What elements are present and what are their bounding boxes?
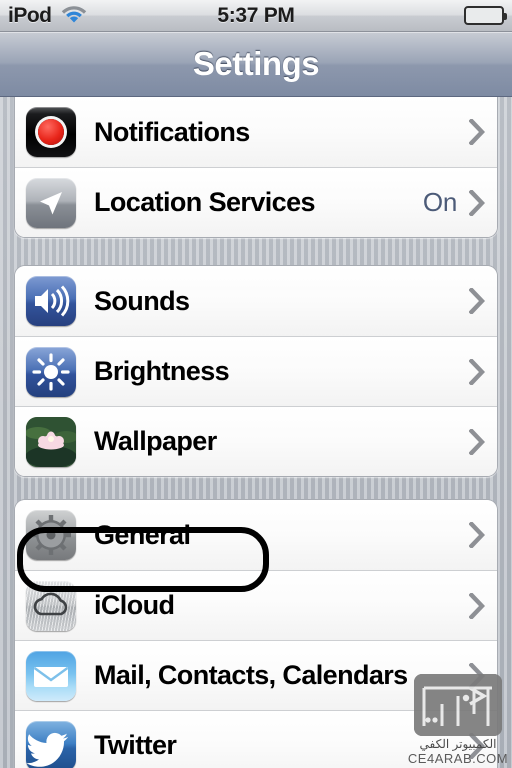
- location-services-icon: [26, 177, 76, 228]
- settings-row-sounds[interactable]: Sounds: [15, 266, 497, 336]
- row-label: Mail, Contacts, Calendars: [94, 660, 408, 690]
- row-label: Location Services: [94, 187, 316, 217]
- settings-row-brightness[interactable]: Brightness: [15, 336, 497, 406]
- general-gear-icon: [26, 510, 76, 560]
- row-label: Sounds: [94, 285, 190, 316]
- row-value-location: On: [422, 187, 457, 217]
- status-bar-right: [464, 6, 507, 25]
- settings-group-display: Sounds Brightness Wallpaper: [14, 265, 498, 477]
- settings-row-notifications[interactable]: Notifications: [15, 97, 497, 167]
- chevron-right-icon: [469, 662, 485, 689]
- settings-row-wallpaper[interactable]: Wallpaper: [15, 406, 497, 476]
- chevron-right-icon: [469, 119, 485, 145]
- chevron-right-icon: [469, 428, 485, 455]
- row-label: iCloud: [94, 590, 175, 620]
- twitter-icon: [26, 720, 76, 768]
- settings-row-location-services[interactable]: Location Services On: [15, 167, 497, 237]
- settings-row-icloud[interactable]: iCloud: [15, 570, 497, 640]
- settings-group-accounts: General iCloud Mail, Contacts, Calendars…: [14, 499, 498, 768]
- mail-icon: [26, 650, 76, 701]
- page-title: Settings: [192, 45, 320, 82]
- row-label: Wallpaper: [94, 426, 217, 456]
- battery-full-icon: [464, 6, 507, 25]
- brightness-icon: [26, 346, 76, 397]
- ios-settings-screen: iPod 5:37 PM Settings Notifications Loca…: [0, 0, 512, 768]
- chevron-right-icon: [469, 288, 485, 314]
- wifi-icon: [60, 3, 88, 28]
- chevron-right-icon: [469, 592, 485, 619]
- settings-row-twitter[interactable]: Twitter: [15, 710, 497, 768]
- chevron-right-icon: [469, 358, 485, 385]
- row-label: Twitter: [94, 730, 177, 760]
- settings-group-notifications: Notifications Location Services On: [14, 97, 498, 238]
- sounds-icon: [26, 276, 76, 326]
- settings-row-general[interactable]: General: [15, 500, 497, 570]
- chevron-right-icon: [469, 732, 485, 759]
- carrier-label: iPod: [8, 3, 52, 27]
- row-label: General: [94, 519, 191, 550]
- icloud-icon: [26, 580, 76, 631]
- settings-row-mail-contacts-calendars[interactable]: Mail, Contacts, Calendars: [15, 640, 497, 710]
- chevron-right-icon: [469, 189, 485, 216]
- navigation-bar: Settings: [0, 32, 512, 97]
- row-label: Brightness: [94, 356, 230, 386]
- settings-list[interactable]: Notifications Location Services On Sound…: [0, 97, 512, 768]
- notifications-icon: [26, 107, 76, 157]
- chevron-right-icon: [469, 522, 485, 548]
- status-bar: iPod 5:37 PM: [0, 0, 512, 32]
- row-label: Notifications: [94, 116, 250, 147]
- wallpaper-icon: [26, 416, 76, 467]
